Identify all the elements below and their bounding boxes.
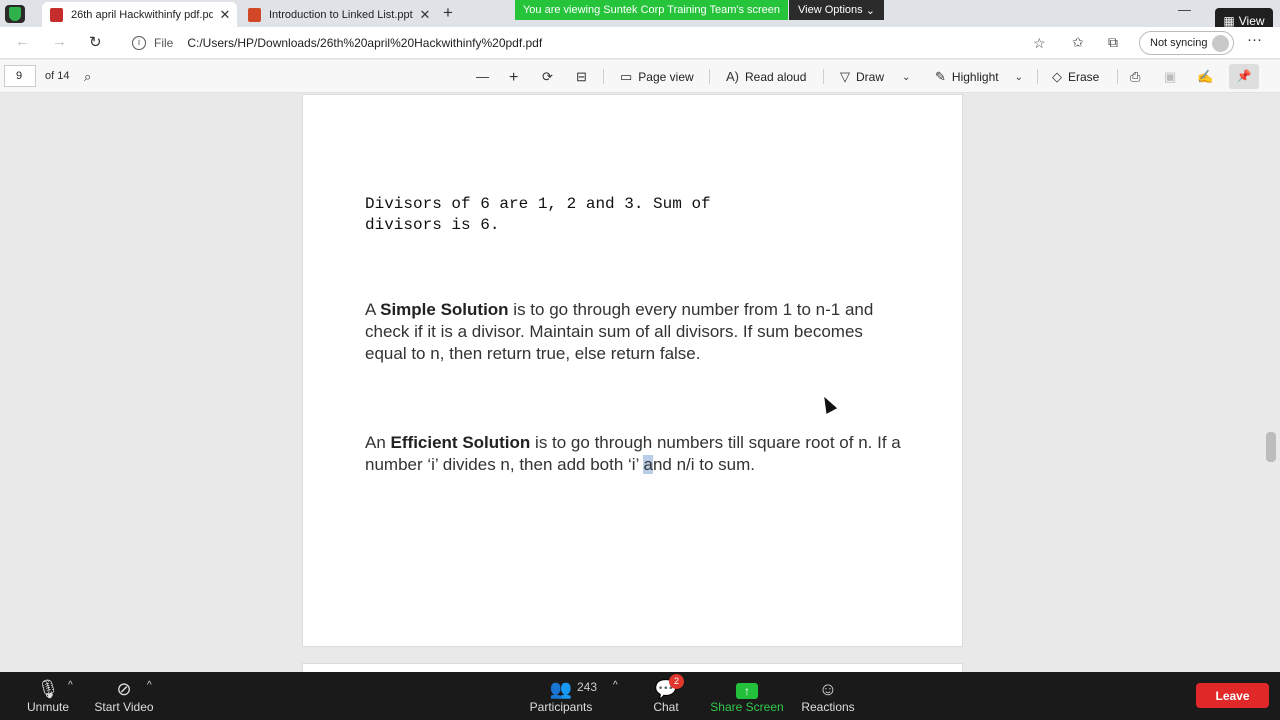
more-icon[interactable]: ···: [1247, 31, 1262, 48]
highlight-label: Highlight: [951, 70, 999, 84]
view-button-label: View: [1238, 13, 1265, 28]
unmute-button[interactable]: 🎙 Unmute: [22, 678, 74, 714]
leave-button[interactable]: Leave: [1196, 683, 1269, 708]
eraser-icon: ◇: [1052, 69, 1062, 84]
search-icon[interactable]: ⌕: [84, 69, 91, 85]
erase-label: Erase: [1068, 70, 1100, 84]
url-text: C:/Users/HP/Downloads/26th%20april%20Hac…: [187, 36, 543, 50]
draw-button[interactable]: ▽ Draw ⌄: [840, 69, 910, 85]
draw-icon: ▽: [840, 69, 850, 84]
pdf-page: Divisors of 6 are 1, 2 and 3. Sum of div…: [302, 94, 963, 647]
simple-solution-paragraph: A Simple Solution is to go through every…: [365, 299, 905, 365]
refresh-icon[interactable]: ↻: [89, 33, 102, 51]
page-view-button[interactable]: ▭ Page view: [620, 69, 694, 85]
text-selection: a: [643, 455, 653, 474]
scrollbar-thumb[interactable]: [1266, 432, 1276, 462]
tab-title: 26th april Hackwithinfy pdf.pdf: [71, 8, 213, 21]
tab-title: Introduction to Linked List.pptx.pdf: [269, 8, 413, 21]
screen-share-banner: You are viewing Suntek Corp Training Tea…: [515, 0, 788, 20]
caret-up-icon[interactable]: ^: [613, 680, 618, 691]
toolbar-divider: [603, 69, 604, 84]
save-as-icon[interactable]: ✍: [1197, 69, 1213, 85]
read-aloud-label: Read aloud: [745, 69, 807, 84]
toolbar-divider: [709, 69, 710, 84]
zoom-in-icon[interactable]: +: [509, 69, 518, 87]
pin-toolbar-icon[interactable]: 📌: [1229, 64, 1259, 89]
read-aloud-icon: A): [726, 69, 739, 84]
efficient-solution-paragraph: An Efficient Solution is to go through n…: [365, 432, 905, 476]
avatar: [1212, 35, 1229, 52]
reactions-icon: ☺: [818, 679, 838, 699]
favorites-icon[interactable]: ✩: [1072, 34, 1084, 51]
text-run: An: [365, 433, 391, 452]
shield-icon[interactable]: [5, 5, 25, 23]
pdf-icon: [248, 7, 261, 22]
participant-count: 243: [577, 680, 598, 694]
page-number-input[interactable]: 9: [4, 65, 36, 87]
close-tab-icon[interactable]: ✕: [213, 7, 237, 23]
participants-label: Participants: [529, 700, 593, 714]
view-options-label: View Options: [798, 4, 863, 16]
url-scheme-label: File: [154, 36, 174, 50]
pdf-toolbar: 9 of 14 ⌕ — + ⟳ ⊟ ▭ Page view A) Read alou…: [0, 60, 1280, 93]
code-line: divisors is 6.: [365, 216, 500, 234]
code-line: Divisors of 6 are 1, 2 and 3. Sum of: [365, 195, 711, 213]
meeting-controls-bar: 🎙 Unmute ^ ⊘ Start Video ^ 👥 Participant…: [0, 672, 1280, 720]
highlight-button[interactable]: ✎ Highlight ⌄: [935, 69, 1023, 85]
caret-up-icon[interactable]: ^: [68, 680, 73, 691]
chevron-down-icon[interactable]: ⌄: [1015, 72, 1023, 83]
address-bar: ← → ↻ i File C:/Users/HP/Downloads/26th%…: [0, 27, 1280, 59]
sync-label: Not syncing: [1150, 37, 1208, 49]
toolbar-divider: [823, 69, 824, 84]
tab-linked-list-pdf[interactable]: Introduction to Linked List.pptx.pdf ✕: [240, 2, 437, 27]
page-view-label: Page view: [638, 70, 694, 84]
browser-tab-strip: 26th april Hackwithinfy pdf.pdf ✕ Introd…: [0, 0, 1280, 27]
caret-up-icon[interactable]: ^: [147, 680, 152, 691]
chat-label: Chat: [653, 700, 679, 714]
chevron-down-icon: ⌄: [865, 4, 875, 17]
forward-arrow-icon[interactable]: →: [52, 33, 67, 50]
share-screen-button[interactable]: ↑ Share Screen: [707, 678, 787, 714]
share-screen-icon: ↑: [736, 683, 758, 699]
unmute-label: Unmute: [26, 700, 70, 714]
highlight-icon: ✎: [935, 69, 946, 84]
code-text: Divisors of 6 are 1, 2 and 3. Sum of div…: [365, 194, 711, 236]
bold-term: Simple Solution: [380, 300, 509, 319]
grid-icon: ▦: [1223, 13, 1235, 28]
text-run: nd n/i to sum.: [652, 455, 755, 474]
toolbar-divider: [1117, 69, 1118, 84]
save-icon[interactable]: ▣: [1164, 69, 1176, 85]
share-screen-label: Share Screen: [710, 700, 784, 714]
view-options-button[interactable]: View Options ⌄: [789, 0, 884, 20]
add-favorite-icon[interactable]: ☆: [1033, 35, 1046, 52]
toolbar-divider: [1037, 69, 1038, 84]
bold-term: Efficient Solution: [390, 433, 531, 452]
muted-microphone-icon: 🎙: [36, 679, 60, 699]
tab-hackwithinfy-pdf[interactable]: 26th april Hackwithinfy pdf.pdf ✕: [42, 2, 237, 27]
pdf-icon: [50, 7, 63, 22]
page-total: of 14: [45, 70, 70, 82]
chat-unread-badge: 2: [669, 674, 684, 689]
close-tab-icon[interactable]: ✕: [413, 7, 437, 23]
new-tab-button[interactable]: +: [443, 3, 453, 23]
read-aloud-button[interactable]: A) Read aloud: [726, 69, 806, 84]
text-run: A: [365, 300, 381, 319]
rotate-icon[interactable]: ⟳: [542, 69, 553, 85]
zoom-out-icon[interactable]: —: [476, 69, 489, 84]
info-icon[interactable]: i: [132, 36, 146, 50]
start-video-label: Start Video: [94, 700, 154, 714]
page-view-icon: ▭: [620, 69, 633, 84]
fit-page-icon[interactable]: ⊟: [576, 69, 587, 85]
profile-sync-button[interactable]: Not syncing: [1139, 31, 1234, 55]
chevron-down-icon[interactable]: ⌄: [902, 72, 910, 83]
minimize-icon[interactable]: —: [1178, 2, 1191, 17]
draw-label: Draw: [856, 70, 885, 84]
reactions-label: Reactions: [801, 700, 855, 714]
back-arrow-icon[interactable]: ←: [15, 33, 30, 50]
url-field[interactable]: i File C:/Users/HP/Downloads/26th%20apri…: [122, 30, 1062, 56]
reactions-button[interactable]: ☺ Reactions: [798, 678, 858, 714]
collections-icon[interactable]: ⧉: [1108, 34, 1118, 51]
erase-button[interactable]: ◇ Erase: [1052, 69, 1099, 85]
print-icon[interactable]: ⎙: [1130, 69, 1140, 85]
